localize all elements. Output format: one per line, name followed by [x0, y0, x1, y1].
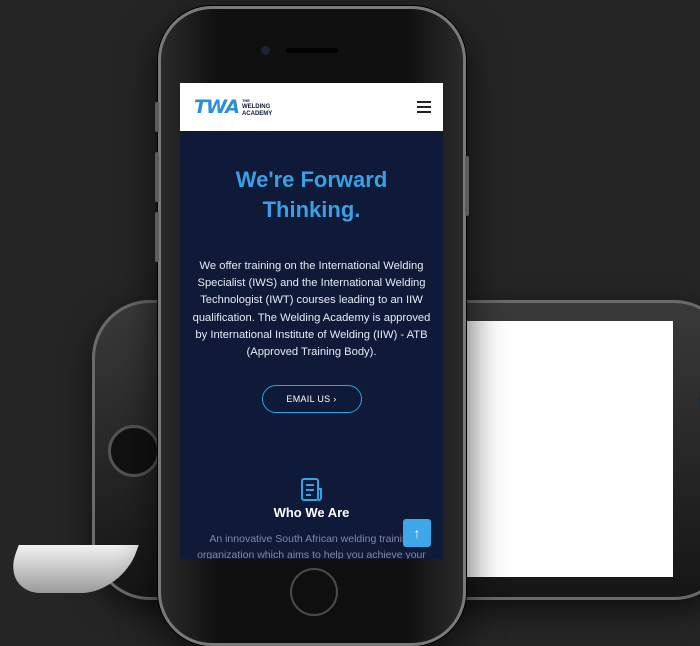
power-button — [465, 156, 469, 216]
document-icon — [300, 478, 322, 502]
home-button[interactable] — [108, 425, 160, 477]
logo-text: THE WELDING ACADEMY — [242, 97, 272, 118]
camera-icon — [261, 46, 270, 55]
section-title: Who We Are — [273, 505, 350, 521]
logo-line-2: ACADEMY — [241, 110, 273, 117]
hero-description: We offer training on the International W… — [192, 260, 431, 359]
section-description: An innovative South African welding trai… — [197, 533, 426, 559]
logo-mark: TWA — [194, 96, 240, 118]
hamburger-menu-icon[interactable] — [417, 101, 431, 113]
logo-small-text: THE — [241, 97, 250, 103]
speaker-grille — [286, 48, 338, 53]
logo-line-1: WELDING — [241, 103, 271, 110]
arrow-up-icon[interactable]: ↑ — [403, 519, 431, 547]
mute-switch — [155, 102, 159, 132]
foreground-phone-device: TWA THE WELDING ACADEMY We're Forward Th… — [155, 6, 469, 646]
site-logo[interactable]: TWA THE WELDING ACADEMY — [194, 96, 272, 118]
home-button[interactable] — [290, 568, 338, 616]
volume-up-button — [155, 152, 159, 202]
phone-screen: TWA THE WELDING ACADEMY We're Forward Th… — [180, 83, 443, 559]
site-header: TWA THE WELDING ACADEMY — [180, 83, 443, 131]
email-us-button[interactable]: EMAIL US › — [261, 385, 362, 414]
volume-down-button — [155, 212, 159, 262]
hero-title: We're Forward Thinking. — [235, 167, 388, 222]
